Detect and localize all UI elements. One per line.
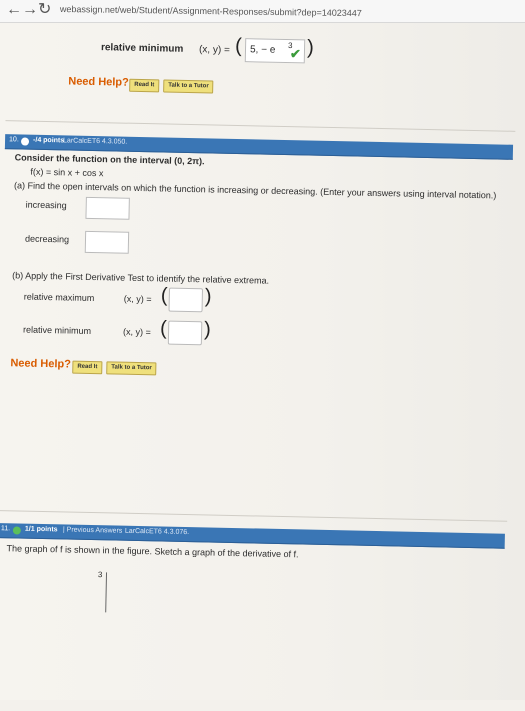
question-number: 11. <box>0 525 11 533</box>
prev-xy-label: (x, y) = <box>198 44 230 56</box>
paren-open: ( <box>159 317 168 340</box>
question-points: -/4 points <box>32 136 65 145</box>
paren-close: ) <box>203 318 212 341</box>
page: ← → ↻ webassign.net/web/Student/Assignme… <box>0 0 525 700</box>
question-points: 1/1 points <box>24 525 58 534</box>
check-icon: ✔ <box>289 46 302 62</box>
rel-max-input[interactable] <box>168 287 204 313</box>
rel-min-input[interactable] <box>167 320 203 346</box>
content: relative minimum (x, y) = ( 5, − e 3 ✔ )… <box>0 0 525 711</box>
q11-text: The graph of f is shown in the figure. S… <box>6 543 299 560</box>
graph-tick-label: 3 <box>97 570 103 580</box>
rel-min-xy-label: (x, y) = <box>122 326 151 338</box>
decreasing-label: decreasing <box>24 233 70 245</box>
q10-part-b: (b) Apply the First Derivative Test to i… <box>12 270 270 286</box>
status-icon <box>12 526 21 535</box>
prev-rel-min-label: relative minimum <box>100 42 184 55</box>
q10-intro: Consider the function on the interval (0… <box>14 152 205 167</box>
prev-answer-value: 5, − e <box>249 44 276 56</box>
previous-answers-link[interactable]: | Previous Answers <box>63 526 123 534</box>
q10-talk-tutor-button[interactable]: Talk to a Tutor <box>106 361 157 376</box>
prev-need-help: Need Help? <box>68 75 129 89</box>
status-icon <box>20 137 30 146</box>
divider <box>5 120 516 132</box>
prev-talk-tutor-button[interactable]: Talk to a Tutor <box>163 79 214 94</box>
question-number: 10. <box>9 136 19 144</box>
graph-axis <box>105 572 108 613</box>
rel-max-label: relative maximum <box>23 291 95 304</box>
rel-max-xy-label: (x, y) = <box>123 293 152 305</box>
paren-open: ( <box>160 284 168 307</box>
question-source[interactable]: LarCalcET6 4.3.076. <box>125 528 189 536</box>
paren-close: ) <box>306 36 314 59</box>
q10-function: f(x) = sin x + cos x <box>30 166 104 179</box>
q10-need-help: Need Help? <box>10 357 72 371</box>
increasing-label: increasing <box>25 199 67 211</box>
increasing-input[interactable] <box>85 196 130 220</box>
question-source[interactable]: LarCalcET6 4.3.050. <box>63 137 127 145</box>
prev-read-it-button[interactable]: Read It <box>129 78 160 93</box>
rel-min-label: relative minimum <box>22 324 92 336</box>
divider <box>0 510 508 522</box>
paren-close: ) <box>204 285 212 308</box>
paren-open: ( <box>234 34 242 58</box>
prev-answer-field[interactable]: 5, − e 3 ✔ <box>244 38 306 64</box>
decreasing-input[interactable] <box>84 230 130 254</box>
q10-read-it-button[interactable]: Read It <box>72 360 103 375</box>
